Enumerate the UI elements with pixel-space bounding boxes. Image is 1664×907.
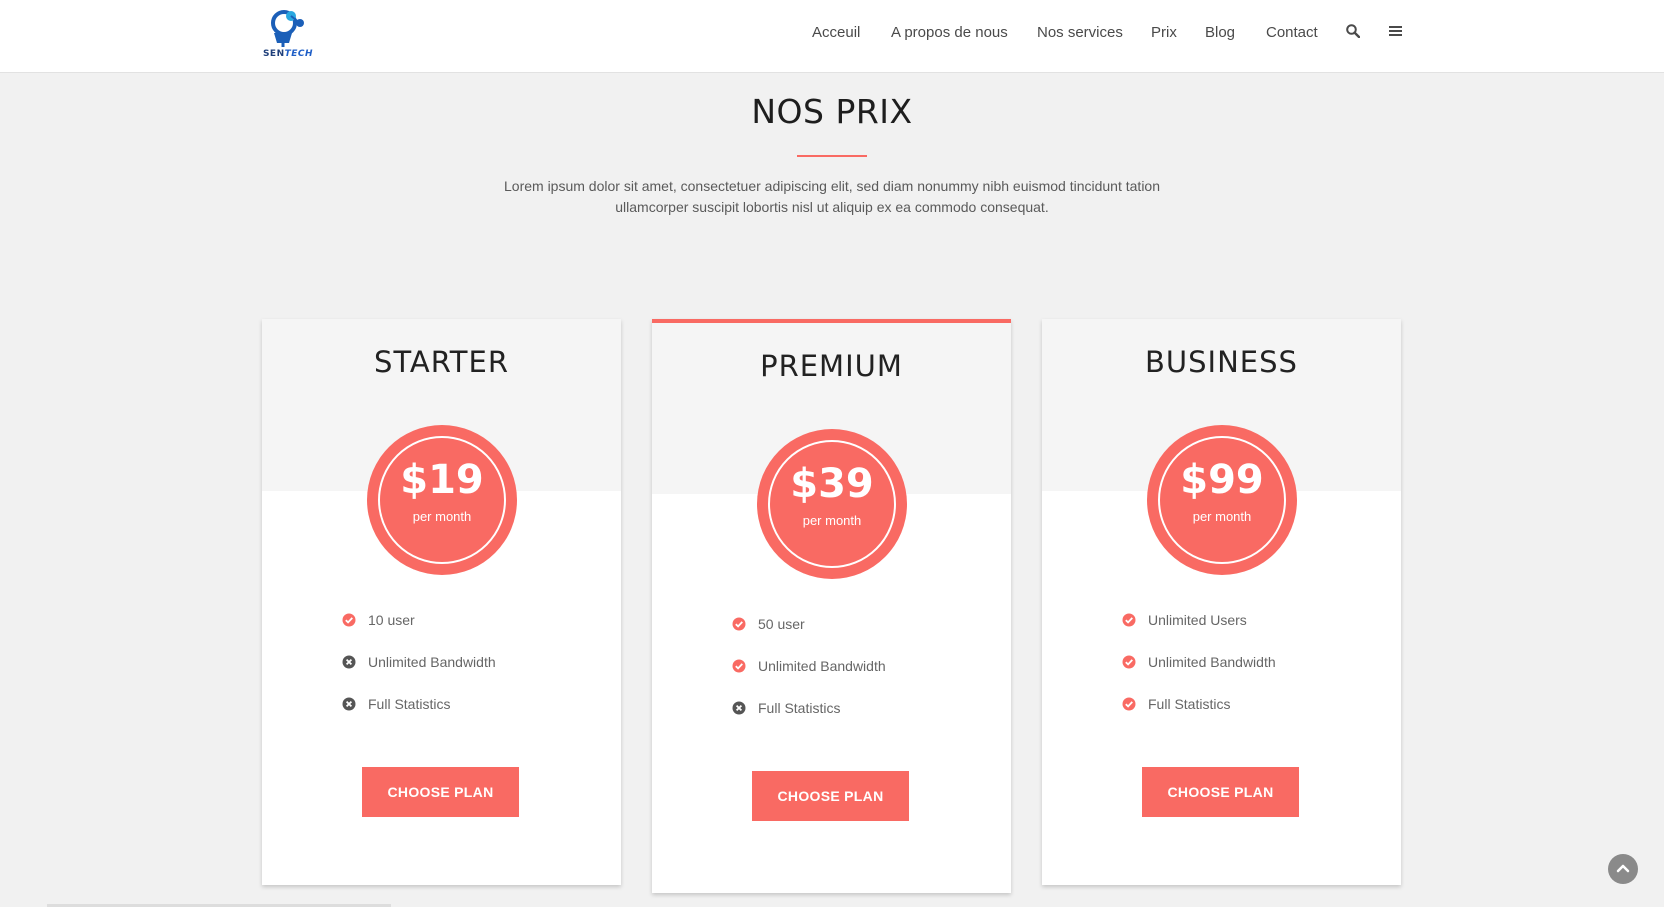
feature-label: Unlimited Bandwidth (758, 658, 886, 674)
plan-name: STARTER (374, 345, 509, 379)
x-circle-icon (342, 655, 356, 669)
feature-label: Unlimited Bandwidth (368, 654, 496, 670)
feature-list: 10 user Unlimited Bandwidth Full Statist… (342, 611, 602, 737)
nav-item-acceuil[interactable]: Acceuil (812, 22, 860, 44)
feature-item: 50 user (732, 615, 992, 657)
x-circle-icon (342, 697, 356, 711)
check-circle-icon (732, 617, 746, 631)
logo-text: SENTECH (262, 49, 314, 59)
choose-plan-button[interactable]: CHOOSE PLAN (1142, 767, 1299, 817)
check-circle-icon (1122, 655, 1136, 669)
price-period: per month (802, 513, 862, 528)
price-amount: $99 (1180, 457, 1264, 503)
x-circle-icon (732, 701, 746, 715)
hamburger-menu-icon[interactable] (1389, 24, 1402, 42)
price-amount: $19 (400, 457, 484, 503)
nav-item-blog[interactable]: Blog (1205, 22, 1235, 44)
price-badge: $19 per month (367, 425, 517, 575)
choose-plan-button[interactable]: CHOOSE PLAN (362, 767, 519, 817)
title-underline (797, 155, 867, 157)
pricing-card-business: BUSINESS $99 per month Unlimited Users U… (1042, 319, 1401, 885)
check-circle-icon (732, 659, 746, 673)
check-circle-icon (1122, 613, 1136, 627)
main-nav: Acceuil A propos de nous Nos services Pr… (0, 22, 1664, 46)
feature-label: 10 user (368, 612, 415, 628)
pricing-card-starter: STARTER $19 per month 10 user Unlimited … (262, 319, 621, 885)
feature-item: Full Statistics (732, 699, 992, 741)
feature-list: 50 user Unlimited Bandwidth Full Statist… (732, 615, 992, 741)
feature-item: 10 user (342, 611, 602, 653)
price-badge: $99 per month (1147, 425, 1297, 575)
price-amount: $39 (790, 461, 874, 507)
search-icon[interactable] (1346, 24, 1361, 43)
nav-item-prix[interactable]: Prix (1151, 22, 1177, 44)
feature-label: Full Statistics (1148, 696, 1231, 712)
nav-item-a-propos[interactable]: A propos de nous (891, 22, 1008, 44)
price-period: per month (1192, 509, 1252, 524)
feature-label: Full Statistics (758, 700, 841, 716)
check-circle-icon (1122, 697, 1136, 711)
nav-item-contact[interactable]: Contact (1266, 22, 1318, 44)
feature-item: Unlimited Users (1122, 611, 1382, 653)
price-badge: $39 per month (757, 429, 907, 579)
plan-name: BUSINESS (1145, 345, 1298, 379)
price-period: per month (412, 509, 472, 524)
check-circle-icon (342, 613, 356, 627)
feature-label: Full Statistics (368, 696, 451, 712)
feature-item: Unlimited Bandwidth (342, 653, 602, 695)
navbar: SENTECH Acceuil A propos de nous Nos ser… (0, 0, 1664, 73)
section-description: Lorem ipsum dolor sit amet, consectetuer… (504, 178, 1160, 215)
feature-item: Unlimited Bandwidth (732, 657, 992, 699)
feature-item: Unlimited Bandwidth (1122, 653, 1382, 695)
feature-label: Unlimited Users (1148, 612, 1247, 628)
pricing-card-premium: PREMIUM $39 per month 50 user Unlimited … (652, 319, 1011, 893)
feature-list: Unlimited Users Unlimited Bandwidth Full… (1122, 611, 1382, 737)
section-title: NOS PRIX (751, 92, 913, 131)
chevron-up-icon (1616, 864, 1630, 873)
feature-item: Full Statistics (342, 695, 602, 737)
feature-label: 50 user (758, 616, 805, 632)
scroll-to-top-button[interactable] (1608, 854, 1638, 884)
feature-label: Unlimited Bandwidth (1148, 654, 1276, 670)
feature-item: Full Statistics (1122, 695, 1382, 737)
choose-plan-button[interactable]: CHOOSE PLAN (752, 771, 909, 821)
plan-name: PREMIUM (760, 349, 903, 383)
nav-item-services[interactable]: Nos services (1037, 22, 1123, 44)
